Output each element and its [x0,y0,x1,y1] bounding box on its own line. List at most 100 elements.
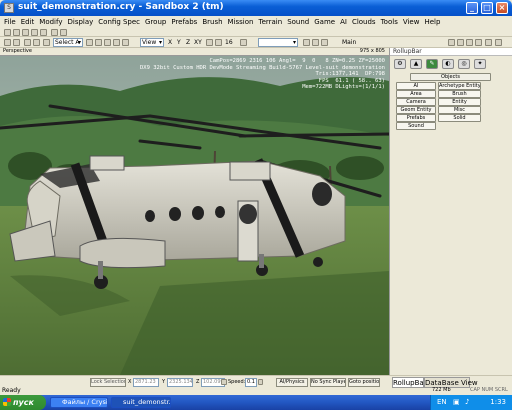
settings-icon[interactable] [495,39,502,46]
speed-spinner-icon[interactable] [258,379,263,385]
axis-y-button[interactable]: Y [177,39,181,46]
viewport-header[interactable]: Perspective 975 x 805 [0,48,389,56]
menu-ai[interactable]: AI [340,18,347,26]
taskbar-item-sandbox[interactable]: suit_demonstr... [111,397,171,408]
help-icon[interactable] [51,29,58,36]
terrain-icon[interactable] [466,39,473,46]
ai-icon[interactable] [457,39,464,46]
link-icon[interactable] [60,29,67,36]
menu-file[interactable]: File [4,18,16,26]
camera-icon[interactable] [303,39,310,46]
select-mode-dropdown[interactable]: Select A [53,38,83,47]
taskbar-item-files[interactable]: Файлы / Crysi... [50,397,108,408]
objects-tab-icon[interactable]: ⚙ [394,59,406,69]
menu-bar: File Edit Modify Display Config Spec Group Pre… [0,16,512,28]
rollup-button-area[interactable]: Area [396,90,436,98]
menu-clouds[interactable]: Clouds [352,18,376,26]
rollup-bar-tab[interactable]: RollupBar [392,377,427,388]
view-mode-dropdown[interactable]: View [140,38,164,47]
console-icon[interactable] [485,39,492,46]
unlink-object-icon[interactable] [33,39,40,46]
rotate-icon[interactable] [104,39,111,46]
menu-config-spec[interactable]: Config Spec [98,18,140,26]
z-label: Z [196,379,200,385]
display-tab-icon[interactable]: ◐ [442,59,454,69]
terrain-tab-icon[interactable]: ▲ [410,59,422,69]
clock[interactable]: 1:33 [490,395,506,410]
menu-view[interactable]: View [403,18,420,26]
rollup-button-solid[interactable]: Solid [438,114,481,122]
menu-prefabs[interactable]: Prefabs [171,18,197,26]
undo-icon[interactable] [4,39,11,46]
goto-selection-icon[interactable] [312,39,319,46]
axis-xy-button[interactable]: XY [194,39,202,46]
tools-tab-icon[interactable]: ✦ [474,59,486,69]
paste-icon[interactable] [40,29,47,36]
rollup-button-ai[interactable]: AI [396,82,436,90]
perspective-viewport[interactable]: Perspective 975 x 805 CamPos=2869 2316 1… [0,48,389,375]
main-toolbar [0,28,512,37]
new-icon[interactable] [4,29,11,36]
modify-tab-icon[interactable]: ✎ [426,59,438,69]
scale-icon[interactable] [113,39,120,46]
menu-help[interactable]: Help [424,18,440,26]
menu-mission[interactable]: Mission [228,18,254,26]
axis-x-button[interactable]: X [168,39,172,46]
goto-position-button[interactable]: Goto position [348,378,380,387]
rollup-bar-panel: RollupBar ⚙ ▲ ✎ ◐ ◎ ✦ Objects AI Archety… [389,48,512,375]
rollup-button-geom-entity[interactable]: Geom Entity [396,106,436,114]
speed-field[interactable]: 0.1 [245,378,257,387]
move-icon[interactable] [95,39,102,46]
layer-name[interactable]: Main [342,39,356,46]
menu-brush[interactable]: Brush [202,18,222,26]
layers-tab-icon[interactable]: ◎ [458,59,470,69]
rollup-button-entity[interactable]: Entity [438,98,481,106]
menu-terrain[interactable]: Terrain [258,18,282,26]
x-coordinate-field[interactable]: 2871.23 [133,378,159,387]
close-icon[interactable]: × [496,2,508,14]
start-button[interactable]: пуск [0,395,46,410]
material-icon[interactable] [475,39,482,46]
link-object-icon[interactable] [24,39,31,46]
rollup-button-prefabs[interactable]: Prefabs [396,114,436,122]
search-dropdown[interactable] [258,38,298,47]
camera-lock-icon[interactable] [221,379,227,385]
lock-icon[interactable] [206,39,213,46]
menu-game[interactable]: Game [314,18,335,26]
axis-z-button[interactable]: Z [186,39,190,46]
physics-icon[interactable] [448,39,455,46]
menu-tools[interactable]: Tools [381,18,398,26]
open-icon[interactable] [13,29,20,36]
menu-group[interactable]: Group [145,18,166,26]
terrain-snap-icon[interactable] [122,39,129,46]
rollup-button-archetype-entity[interactable]: Archetype Entity [438,82,481,90]
select-icon[interactable] [43,39,50,46]
rollup-button-camera[interactable]: Camera [396,98,436,106]
objects-section-header[interactable]: Objects [410,73,491,81]
maximize-icon[interactable]: □ [481,2,493,14]
select-object-icon[interactable] [86,39,93,46]
minimize-icon[interactable]: _ [466,2,478,14]
save-icon[interactable] [22,29,29,36]
copy-icon[interactable] [31,29,38,36]
menu-edit[interactable]: Edit [21,18,35,26]
grid-icon[interactable] [215,39,222,46]
rollup-button-misc[interactable]: Misc [438,106,481,114]
angle-snap-icon[interactable] [240,39,247,46]
menu-sound[interactable]: Sound [287,18,309,26]
title-bar[interactable]: S suit_demonstration.cry - Sandbox 2 (tm… [0,0,512,16]
redo-icon[interactable] [13,39,20,46]
rollup-button-brush[interactable]: Brush [438,90,481,98]
grid-size[interactable]: 16 [225,39,233,46]
y-coordinate-field[interactable]: 2325.134 [167,378,193,387]
lock-selection-button[interactable]: Lock Selection [90,378,126,387]
language-icon[interactable]: EN [437,395,447,410]
menu-display[interactable]: Display [67,18,93,26]
volume-icon[interactable]: ♪ [465,395,469,410]
rollup-button-sound[interactable]: Sound [396,122,436,130]
layers-icon[interactable] [321,39,328,46]
ai-physics-button[interactable]: AI/Physics [276,378,308,387]
menu-modify[interactable]: Modify [39,18,62,26]
network-icon[interactable]: ▣ [453,395,460,410]
no-sync-player-button[interactable]: No Sync Player [310,378,346,387]
